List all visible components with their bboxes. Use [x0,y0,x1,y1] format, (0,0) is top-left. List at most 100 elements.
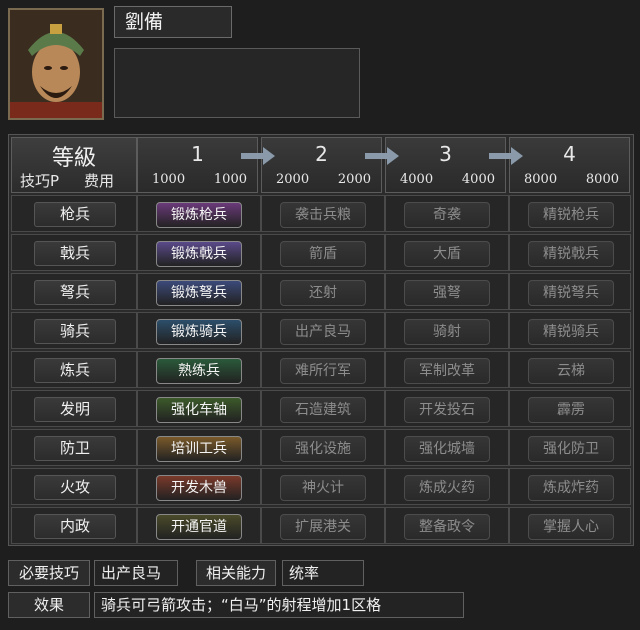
skill-button[interactable]: 精锐枪兵 [528,202,614,228]
skill-button[interactable]: 强化防卫 [528,436,614,462]
skill-cell: 强弩 [385,273,509,310]
skill-cell: 难所行军 [261,351,385,388]
level-number: 1 [191,142,204,166]
category-label: 发明 [34,397,116,422]
level-header-3: 3 4000 4000 [385,137,506,193]
cost-value: 8000 [585,172,619,187]
skill-cell: 开通官道 [137,507,261,544]
skill-button[interactable]: 精锐弩兵 [528,280,614,306]
skill-button[interactable]: 军制改革 [404,358,490,384]
character-name: 劉備 [114,6,232,38]
skill-button[interactable]: 精锐戟兵 [528,241,614,267]
required-skill-label: 必要技巧 [8,560,90,586]
related-ability-value: 统率 [282,560,364,586]
level-header-1: 1 1000 1000 [137,137,258,193]
category-label: 火攻 [34,475,116,500]
skill-button[interactable]: 骑射 [404,319,490,345]
skill-cell: 炼成炸药 [509,468,631,505]
level-number: 4 [563,142,576,166]
skill-button[interactable]: 大盾 [404,241,490,267]
skill-button[interactable]: 锻炼枪兵 [156,202,242,228]
row-label-cell: 发明 [11,390,137,427]
skill-table: 等級 技巧P 费用 1 1000 1000 2 2000 2000 3 4000… [8,134,634,546]
row-label-cell: 枪兵 [11,195,137,232]
level-title: 等級 [51,146,96,171]
skill-cell: 培训工兵 [137,429,261,466]
related-ability-label: 相关能力 [196,560,276,586]
skill-button[interactable]: 整备政令 [404,514,490,540]
skill-button[interactable]: 开发木兽 [156,475,242,501]
row-label-cell: 火攻 [11,468,137,505]
skill-p-label: 技巧P [20,172,60,190]
skill-button[interactable]: 熟练兵 [156,358,242,384]
category-label: 防卫 [34,436,116,461]
skill-button[interactable]: 强化车轴 [156,397,242,423]
skill-cell: 掌握人心 [509,507,631,544]
cost-value: 1000 [213,172,247,187]
category-label: 炼兵 [34,358,116,383]
skill-cell: 扩展港关 [261,507,385,544]
skill-cell: 精锐戟兵 [509,234,631,271]
skill-button[interactable]: 扩展港关 [280,514,366,540]
skill-button[interactable]: 霹雳 [528,397,614,423]
skill-cell: 锻炼戟兵 [137,234,261,271]
skill-cell: 锻炼枪兵 [137,195,261,232]
skill-cell: 精锐枪兵 [509,195,631,232]
skill-button[interactable]: 掌握人心 [528,514,614,540]
skill-button[interactable]: 开发投石 [404,397,490,423]
skill-cell: 霹雳 [509,390,631,427]
skill-cell: 开发木兽 [137,468,261,505]
skill-cell: 石造建筑 [261,390,385,427]
level-header-2: 2 2000 2000 [261,137,382,193]
skill-button[interactable]: 锻炼骑兵 [156,319,242,345]
skill-button[interactable]: 炼成火药 [404,475,490,501]
skill-cell: 还射 [261,273,385,310]
category-label: 内政 [34,514,116,539]
skill-button[interactable]: 出产良马 [280,319,366,345]
cost-value: 2000 [337,172,371,187]
skill-cell: 强化设施 [261,429,385,466]
category-label: 枪兵 [34,202,116,227]
skill-button[interactable]: 精锐骑兵 [528,319,614,345]
skill-button[interactable]: 石造建筑 [280,397,366,423]
row-label-cell: 内政 [11,507,137,544]
category-label: 戟兵 [34,241,116,266]
category-label: 弩兵 [34,280,116,305]
skill-button[interactable]: 强弩 [404,280,490,306]
portrait-image [10,10,102,118]
skill-button[interactable]: 难所行军 [280,358,366,384]
skill-button[interactable]: 还射 [280,280,366,306]
skill-button[interactable]: 云梯 [528,358,614,384]
skill-cell: 开发投石 [385,390,509,427]
skill-cell: 熟练兵 [137,351,261,388]
skill-cell: 出产良马 [261,312,385,349]
skill-cell: 大盾 [385,234,509,271]
skill-button[interactable]: 神火计 [280,475,366,501]
skill-button[interactable]: 奇袭 [404,202,490,228]
category-label: 骑兵 [34,319,116,344]
skill-button[interactable]: 炼成炸药 [528,475,614,501]
skill-p-value: 2000 [276,172,310,187]
skill-button[interactable]: 锻炼戟兵 [156,241,242,267]
skill-button[interactable]: 袭击兵粮 [280,202,366,228]
skill-cell: 强化城墙 [385,429,509,466]
skill-button[interactable]: 强化设施 [280,436,366,462]
skill-cell: 军制改革 [385,351,509,388]
skill-cell: 锻炼骑兵 [137,312,261,349]
row-label-cell: 弩兵 [11,273,137,310]
description-box [114,48,360,118]
skill-p-value: 8000 [524,172,558,187]
row-label-cell: 炼兵 [11,351,137,388]
skill-button[interactable]: 锻炼弩兵 [156,280,242,306]
skill-cell: 神火计 [261,468,385,505]
level-number: 3 [439,142,452,166]
row-label-cell: 防卫 [11,429,137,466]
skill-button[interactable]: 培训工兵 [156,436,242,462]
effect-value: 骑兵可弓箭攻击；“白马”的射程增加1区格 [94,592,464,618]
skill-button[interactable]: 开通官道 [156,514,242,540]
skill-button[interactable]: 箭盾 [280,241,366,267]
skill-button[interactable]: 强化城墙 [404,436,490,462]
skill-cell: 炼成火药 [385,468,509,505]
skill-cell: 精锐骑兵 [509,312,631,349]
header-left: 等級 技巧P 费用 [11,137,137,193]
